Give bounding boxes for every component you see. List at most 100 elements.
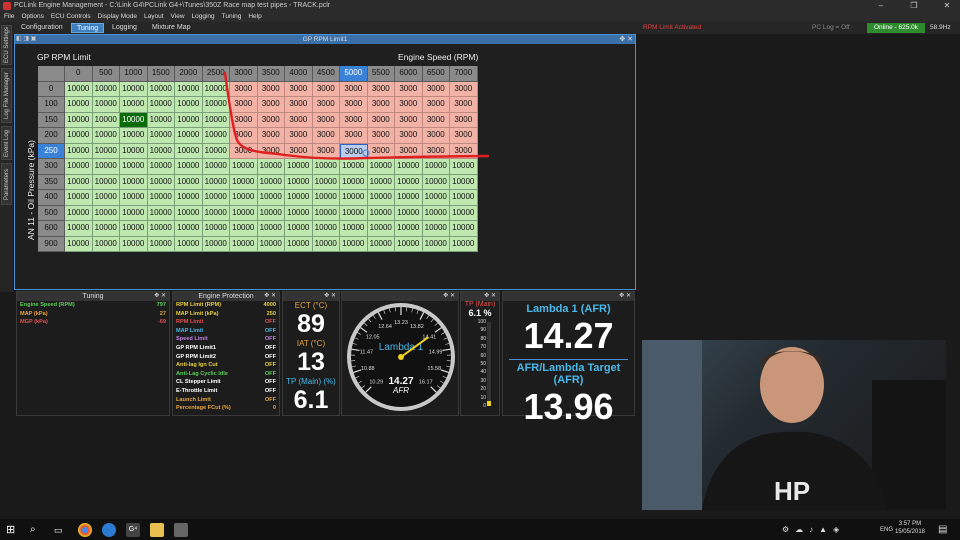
windows-start-icon[interactable]: ⊞	[6, 523, 20, 537]
table-cell[interactable]: 10000	[257, 221, 285, 237]
table-cell[interactable]: 10000	[120, 205, 148, 221]
table-cell[interactable]: 10000	[65, 159, 93, 175]
panel-close-icon[interactable]: ✥ ✕	[443, 292, 455, 301]
table-cell[interactable]: 10000	[175, 97, 203, 113]
x-axis-cell[interactable]: 2500	[202, 66, 230, 82]
y-axis-cell[interactable]: 600	[38, 221, 65, 237]
panel-toolbar-icons[interactable]: ◧ ◨ ▣	[16, 35, 36, 44]
table-cell[interactable]: 10000	[120, 143, 148, 159]
table-cell[interactable]: 3000	[285, 81, 313, 97]
panel-close-icon[interactable]: ✥ ✕	[324, 292, 336, 301]
table-cell[interactable]: 3000	[257, 112, 285, 128]
table-cell[interactable]: 3000	[450, 112, 478, 128]
table-cell[interactable]: 10000	[312, 190, 340, 206]
table-cell[interactable]: 10000	[147, 81, 175, 97]
table-cell[interactable]: 10000	[230, 236, 258, 252]
table-cell[interactable]: 3000	[285, 112, 313, 128]
table-cell[interactable]: 10000	[450, 190, 478, 206]
table-cell[interactable]: 10000	[175, 112, 203, 128]
edge-icon[interactable]	[102, 523, 116, 537]
table-cell[interactable]: 10000	[120, 128, 148, 144]
table-cell[interactable]: 10000	[395, 221, 423, 237]
maximize-button[interactable]: ❐	[903, 0, 925, 12]
table-cell[interactable]: 10000	[175, 128, 203, 144]
pclink-taskbar-icon[interactable]: G⁴	[126, 523, 140, 537]
table-cell[interactable]: 3000	[312, 128, 340, 144]
table-cell[interactable]: 10000	[147, 190, 175, 206]
side-tab-parameters[interactable]: Parameters	[1, 163, 12, 205]
table-cell[interactable]: 10000	[257, 174, 285, 190]
table-cell[interactable]: 10000	[285, 159, 313, 175]
x-axis-cell[interactable]: 2000	[175, 66, 203, 82]
table-cell[interactable]: 10000	[450, 221, 478, 237]
table-cell[interactable]: 10000	[367, 221, 395, 237]
table-cell[interactable]: 10000	[65, 190, 93, 206]
y-axis-cell[interactable]: 350	[38, 174, 65, 190]
table-cell[interactable]: 10000	[202, 159, 230, 175]
table-cell[interactable]: 3000	[257, 143, 285, 159]
x-axis-cell[interactable]: 1000	[120, 66, 148, 82]
table-cell[interactable]: 10000	[257, 205, 285, 221]
folder-icon[interactable]	[150, 523, 164, 537]
table-cell[interactable]: 10000	[175, 236, 203, 252]
table-cell[interactable]: 10000	[92, 190, 120, 206]
panel-close-icon[interactable]: ✥ ✕	[264, 292, 276, 301]
table-cell[interactable]: 10000	[230, 174, 258, 190]
table-cell[interactable]: 10000	[202, 221, 230, 237]
table-cell[interactable]: 3000	[230, 112, 258, 128]
table-cell[interactable]: 10000	[202, 112, 230, 128]
panel-close-icon[interactable]: ✥ ✕	[484, 292, 496, 301]
table-cell[interactable]: 3000	[340, 112, 368, 128]
table-cell[interactable]: 10000	[175, 221, 203, 237]
table-cell[interactable]: 10000	[312, 159, 340, 175]
menu-view[interactable]: View	[171, 12, 185, 22]
y-axis-cell[interactable]: 900	[38, 236, 65, 252]
table-cell[interactable]: 10000	[65, 128, 93, 144]
table-cell[interactable]: 3000	[367, 81, 395, 97]
y-axis-cell[interactable]: 0	[38, 81, 65, 97]
table-cell[interactable]: 10000	[450, 236, 478, 252]
table-cell[interactable]: 10000	[202, 128, 230, 144]
task-view-icon[interactable]: ▭	[54, 523, 68, 537]
table-cell[interactable]: 10000	[285, 221, 313, 237]
table-cell[interactable]: 10000	[202, 97, 230, 113]
table-cell[interactable]: 10000	[147, 236, 175, 252]
table-cell[interactable]: 3000	[285, 143, 313, 159]
table-cell[interactable]: 10000	[395, 205, 423, 221]
table-cell[interactable]: 10000	[92, 205, 120, 221]
table-cell[interactable]: 3000	[340, 81, 368, 97]
y-axis-cell[interactable]: 500	[38, 205, 65, 221]
table-cell[interactable]: 3000	[312, 97, 340, 113]
table-cell[interactable]: 10000	[147, 97, 175, 113]
table-cell[interactable]: 3000	[312, 112, 340, 128]
table-cell[interactable]: 10000	[147, 112, 175, 128]
table-cell[interactable]: 10000	[202, 143, 230, 159]
table-cell[interactable]: 3000	[450, 143, 478, 159]
table-cell[interactable]: 10000	[285, 236, 313, 252]
table-cell[interactable]: 10000	[285, 205, 313, 221]
table-cell[interactable]: 10000	[340, 236, 368, 252]
table-cell[interactable]: 10000	[65, 221, 93, 237]
table-cell[interactable]: 10000	[65, 143, 93, 159]
table-cell[interactable]: 10000	[175, 190, 203, 206]
table-cell[interactable]: 10000	[340, 174, 368, 190]
table-cell[interactable]: 10000	[395, 159, 423, 175]
table-cell[interactable]: 3000	[395, 81, 423, 97]
table-cell[interactable]: 10000	[120, 174, 148, 190]
table-cell[interactable]: 10000	[65, 81, 93, 97]
language-indicator[interactable]: ENG	[880, 527, 893, 533]
minimize-button[interactable]: –	[870, 0, 892, 12]
table-cell[interactable]: 10000	[92, 81, 120, 97]
table-cell[interactable]: 10000	[395, 174, 423, 190]
table-cell[interactable]: 3000	[450, 128, 478, 144]
table-cell[interactable]: 10000	[202, 190, 230, 206]
table-cell[interactable]: 10000	[65, 112, 93, 128]
table-cell[interactable]: 10000	[92, 159, 120, 175]
table-cell[interactable]: 10000	[120, 236, 148, 252]
menu-options[interactable]: Options	[21, 12, 43, 22]
table-cell[interactable]: 3000	[422, 143, 450, 159]
table-cell[interactable]: 10000	[257, 159, 285, 175]
x-axis-cell[interactable]: 6000	[395, 66, 423, 82]
table-cell[interactable]: 10000	[175, 81, 203, 97]
table-cell[interactable]: 3000	[367, 143, 395, 159]
